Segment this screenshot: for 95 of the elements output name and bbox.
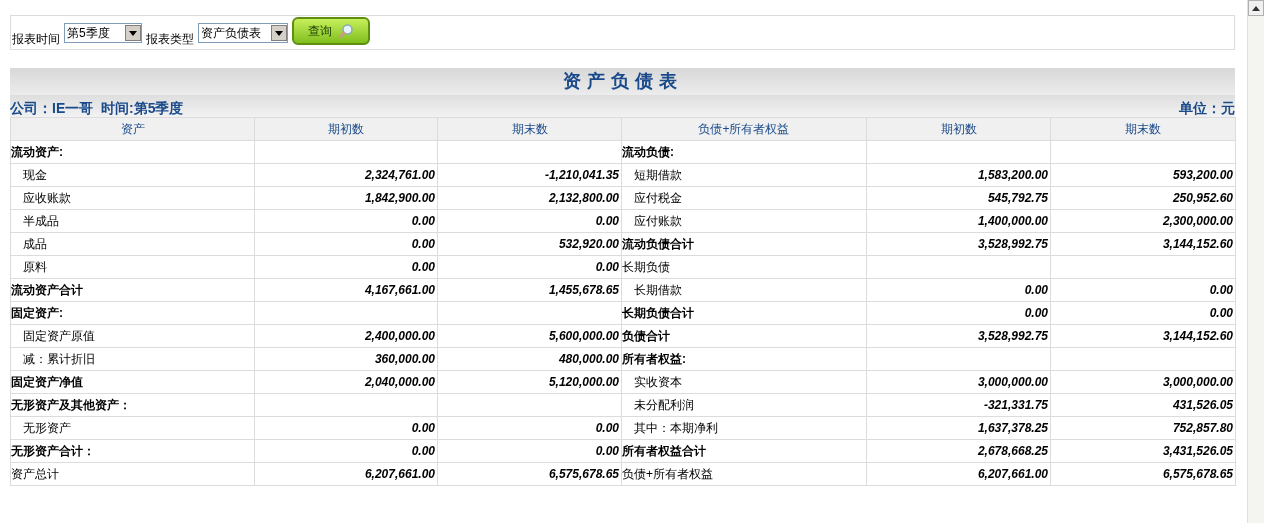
search-icon (338, 23, 354, 39)
table-cell: 1,583,200.00 (866, 163, 1051, 187)
column-header: 期初数 (866, 117, 1051, 141)
table-cell: 752,857.80 (1050, 416, 1236, 440)
table-cell: -1,210,041.35 (437, 163, 622, 187)
table-cell: 3,528,992.75 (866, 324, 1051, 348)
table-cell: 532,920.00 (437, 232, 622, 256)
column-header: 期末数 (1050, 117, 1236, 141)
table-cell: 无形资产及其他资产： (10, 393, 255, 417)
table-cell: 负债合计 (621, 324, 867, 348)
table-cell: 流动资产: (10, 140, 255, 164)
table-cell: 1,400,000.00 (866, 209, 1051, 233)
table-cell: 负债+所有者权益 (621, 462, 867, 486)
table-cell: 3,000,000.00 (1050, 370, 1236, 394)
table-cell: 半成品 (10, 209, 255, 233)
table-cell: 0.00 (437, 416, 622, 440)
table-cell: 流动资产合计 (10, 278, 255, 302)
table-cell: 应付账款 (621, 209, 867, 233)
column-header: 资产 (10, 117, 255, 141)
table-cell: 0.00 (254, 416, 438, 440)
table-cell: 0.00 (866, 301, 1051, 325)
table-cell: 3,000,000.00 (866, 370, 1051, 394)
table-cell: 5,120,000.00 (437, 370, 622, 394)
table-cell: 3,144,152.60 (1050, 324, 1236, 348)
type-select[interactable]: 资产负债表 (198, 23, 288, 43)
info-bar: 公司：IE一哥 时间:第5季度 单位：元 (10, 95, 1235, 117)
table-cell: 0.00 (254, 232, 438, 256)
table-cell: 2,400,000.00 (254, 324, 438, 348)
table-cell: 250,952.60 (1050, 186, 1236, 210)
table-cell: 1,455,678.65 (437, 278, 622, 302)
table-cell: 0.00 (437, 209, 622, 233)
table-cell: -321,331.75 (866, 393, 1051, 417)
table-cell: 0.00 (254, 439, 438, 463)
table-cell: 480,000.00 (437, 347, 622, 371)
table-cell: 1,637,378.25 (866, 416, 1051, 440)
table-cell: 360,000.00 (254, 347, 438, 371)
table-cell: 1,842,900.00 (254, 186, 438, 210)
table-cell: 流动负债: (621, 140, 867, 164)
column-header: 负债+所有者权益 (621, 117, 867, 141)
table-cell: 实收资本 (621, 370, 867, 394)
table-cell: 6,207,661.00 (866, 462, 1051, 486)
type-label: 报表类型 (146, 32, 194, 46)
title-bar: 资产负债表 (10, 68, 1235, 95)
table-cell: 5,600,000.00 (437, 324, 622, 348)
table-cell: 0.00 (254, 209, 438, 233)
table-cell: 固定资产原值 (10, 324, 255, 348)
table-cell: 应收账款 (10, 186, 255, 210)
table-cell: 现金 (10, 163, 255, 187)
table-cell: 未分配利润 (621, 393, 867, 417)
table-cell: 431,526.05 (1050, 393, 1236, 417)
table-cell: 成品 (10, 232, 255, 256)
table-cell: 6,575,678.65 (1050, 462, 1236, 486)
table-cell: 0.00 (1050, 301, 1236, 325)
table-cell: 流动负债合计 (621, 232, 867, 256)
table-cell: 2,678,668.25 (866, 439, 1051, 463)
scrollbar-track[interactable] (1247, 0, 1264, 523)
table-cell: 长期负债合计 (621, 301, 867, 325)
table-cell: 减：累计折旧 (10, 347, 255, 371)
table-cell: 应付税金 (621, 186, 867, 210)
table-cell: 6,575,678.65 (437, 462, 622, 486)
table-cell: 0.00 (437, 439, 622, 463)
table-cell: 其中：本期净利 (621, 416, 867, 440)
table-cell: 6,207,661.00 (254, 462, 438, 486)
table-cell: 资产总计 (10, 462, 255, 486)
period-label: 报表时间 (12, 32, 60, 46)
table-cell: 原料 (10, 255, 255, 279)
table-cell: 长期负债 (621, 255, 867, 279)
table-cell: 545,792.75 (866, 186, 1051, 210)
table-cell: 2,324,761.00 (254, 163, 438, 187)
table-cell: 无形资产合计： (10, 439, 255, 463)
table-cell: 3,528,992.75 (866, 232, 1051, 256)
table-cell: 固定资产: (10, 301, 255, 325)
table-cell: 593,200.00 (1050, 163, 1236, 187)
table-cell: 0.00 (254, 255, 438, 279)
table-cell: 所有者权益合计 (621, 439, 867, 463)
table-cell: 2,132,800.00 (437, 186, 622, 210)
table-cell: 0.00 (1050, 278, 1236, 302)
scroll-up-button[interactable] (1248, 0, 1264, 16)
table-cell: 0.00 (866, 278, 1051, 302)
column-header: 期末数 (437, 117, 622, 141)
table-cell: 2,040,000.00 (254, 370, 438, 394)
up-arrow-icon (1252, 5, 1260, 11)
query-button[interactable]: 查询 (292, 17, 370, 45)
table-cell: 无形资产 (10, 416, 255, 440)
table-cell: 所有者权益: (621, 347, 867, 371)
table-cell: 3,144,152.60 (1050, 232, 1236, 256)
table-cell: 3,431,526.05 (1050, 439, 1236, 463)
table-cell: 固定资产净值 (10, 370, 255, 394)
table-cell: 0.00 (437, 255, 622, 279)
table-cell: 2,300,000.00 (1050, 209, 1236, 233)
column-header: 期初数 (254, 117, 438, 141)
table-cell: 4,167,661.00 (254, 278, 438, 302)
table-cell: 长期借款 (621, 278, 867, 302)
table-cell: 短期借款 (621, 163, 867, 187)
period-select[interactable]: 第5季度 (64, 23, 142, 43)
